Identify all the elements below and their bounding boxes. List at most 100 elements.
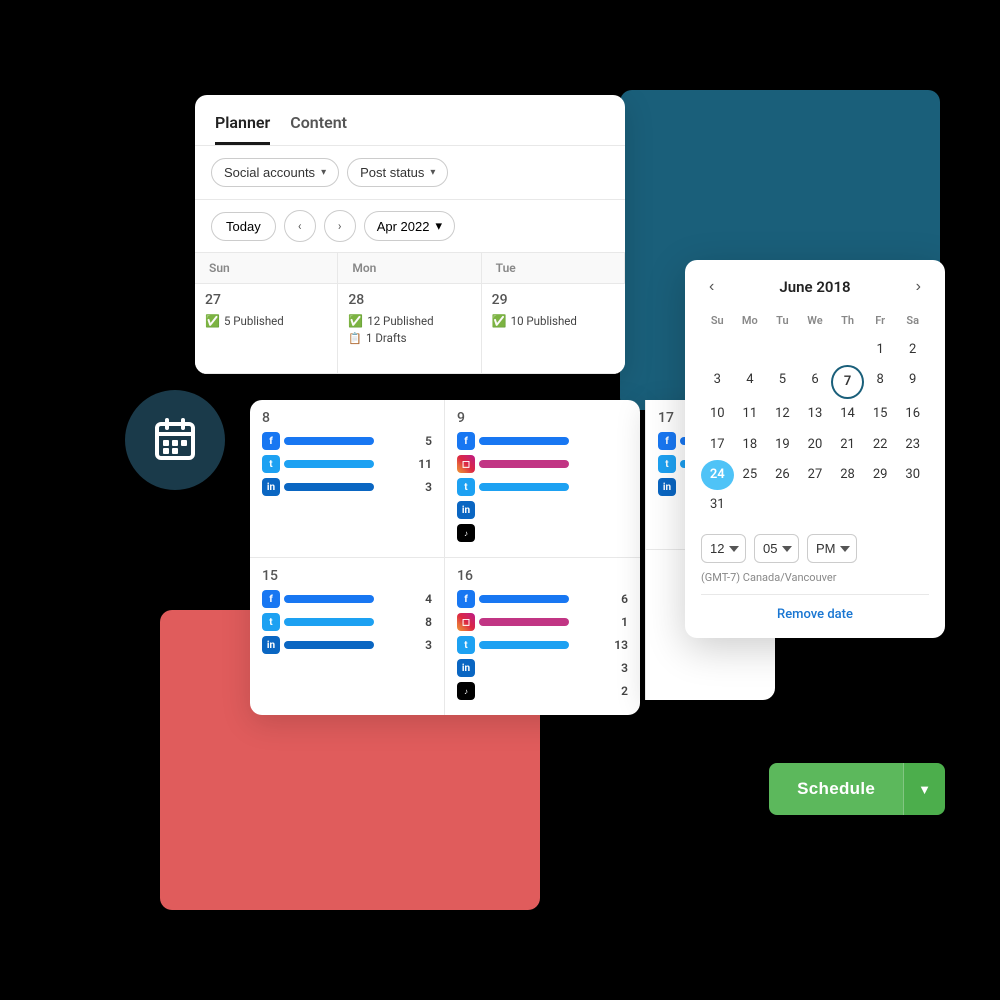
- dp-day-29[interactable]: 29: [864, 460, 897, 490]
- dp-day-8[interactable]: 8: [864, 365, 897, 399]
- fb-bar-9: [479, 437, 569, 445]
- li-count-15: 3: [414, 638, 432, 652]
- dp-day-21[interactable]: 21: [831, 430, 864, 460]
- cal-day-27: 27 ✅ 5 Published: [195, 284, 338, 374]
- fb-count-8: 5: [414, 434, 432, 448]
- dp-next-button[interactable]: ›: [908, 276, 929, 298]
- dp-day-24-selected[interactable]: 24: [701, 460, 734, 490]
- li-row-15: in 3: [262, 636, 432, 654]
- facebook-icon: f: [262, 432, 280, 450]
- schedule-main-button[interactable]: Schedule: [769, 763, 903, 815]
- dp-day-23[interactable]: 23: [896, 430, 929, 460]
- tw-count-15: 8: [414, 615, 432, 629]
- dp-day-28[interactable]: 28: [831, 460, 864, 490]
- check-icon: ✅: [205, 314, 220, 328]
- minute-select[interactable]: 05: [754, 534, 799, 563]
- tk-count-16: 2: [610, 684, 628, 698]
- date-15: 15: [262, 568, 432, 584]
- dp-day-25[interactable]: 25: [734, 460, 767, 490]
- dp-day-3[interactable]: 3: [701, 365, 734, 399]
- dp-day-14[interactable]: 14: [831, 399, 864, 429]
- date-16: 16: [457, 568, 628, 584]
- chevron-down-icon: ▾: [321, 167, 326, 178]
- dp-day-empty: [799, 335, 832, 365]
- dp-day-16[interactable]: 16: [896, 399, 929, 429]
- planner-tabs: Planner Content: [215, 113, 605, 145]
- schedule-dropdown-button[interactable]: ▼: [903, 763, 945, 815]
- dp-day-31[interactable]: 31: [701, 490, 734, 520]
- fb-row-8: f 5: [262, 432, 432, 450]
- published-item-29: ✅ 10 Published: [492, 314, 615, 328]
- published-count-28: 12 Published: [367, 314, 433, 328]
- tw-count-16: 13: [610, 638, 628, 652]
- linkedin-icon: in: [457, 659, 475, 677]
- dp-day-9[interactable]: 9: [896, 365, 929, 399]
- dp-day-22[interactable]: 22: [864, 430, 897, 460]
- post-status-filter[interactable]: Post status ▾: [347, 158, 448, 187]
- fb-row-9: f: [457, 432, 628, 450]
- remove-date-link[interactable]: Remove date: [701, 607, 929, 622]
- date-29: 29: [492, 292, 615, 308]
- hour-select[interactable]: 12: [701, 534, 746, 563]
- facebook-icon: f: [658, 432, 676, 450]
- social-accounts-filter[interactable]: Social accounts ▾: [211, 158, 339, 187]
- dp-header: ‹ June 2018 ›: [701, 276, 929, 298]
- fb-count-16: 6: [610, 592, 628, 606]
- dp-day-5[interactable]: 5: [766, 365, 799, 399]
- tw-row-9: t: [457, 478, 628, 496]
- period-select[interactable]: PM AM: [807, 534, 857, 563]
- dp-day-13[interactable]: 13: [799, 399, 832, 429]
- tw-count-8: 11: [414, 457, 432, 471]
- drafts-count-28: 1 Drafts: [366, 331, 407, 345]
- tw-bar-15: [284, 618, 374, 626]
- tab-planner[interactable]: Planner: [215, 113, 270, 145]
- dp-day-30[interactable]: 30: [896, 460, 929, 490]
- dp-day-2[interactable]: 2: [896, 335, 929, 365]
- month-selector[interactable]: Apr 2022 ▾: [364, 211, 455, 241]
- dp-day-15[interactable]: 15: [864, 399, 897, 429]
- chevron-down-icon: ▾: [435, 218, 442, 234]
- dp-day-17[interactable]: 17: [701, 430, 734, 460]
- instagram-icon: ◻: [457, 613, 475, 631]
- header-sun: Sun: [195, 253, 338, 284]
- chevron-down-icon: ▾: [430, 167, 435, 178]
- dp-day-19[interactable]: 19: [766, 430, 799, 460]
- published-count-29: 10 Published: [511, 314, 577, 328]
- dp-day-6[interactable]: 6: [799, 365, 832, 399]
- tw-row-8: t 11: [262, 455, 432, 473]
- dp-day-26[interactable]: 26: [766, 460, 799, 490]
- ig-bar-9: [479, 460, 569, 468]
- dp-day-11[interactable]: 11: [734, 399, 767, 429]
- weekday-sa: Sa: [896, 310, 929, 331]
- dp-day-18[interactable]: 18: [734, 430, 767, 460]
- linkedin-icon: in: [262, 636, 280, 654]
- date-27: 27: [205, 292, 327, 308]
- dp-day-empty: [701, 335, 734, 365]
- dp-day-7-today[interactable]: 7: [831, 365, 864, 399]
- li-count-8: 3: [414, 480, 432, 494]
- dp-day-12[interactable]: 12: [766, 399, 799, 429]
- dp-day-4[interactable]: 4: [734, 365, 767, 399]
- dp-day-20[interactable]: 20: [799, 430, 832, 460]
- dp-day-27[interactable]: 27: [799, 460, 832, 490]
- next-arrow-button[interactable]: ›: [324, 210, 356, 242]
- twitter-icon: t: [658, 455, 676, 473]
- dp-time-selector: 12 05 PM AM: [701, 534, 929, 563]
- tab-content[interactable]: Content: [290, 113, 347, 145]
- dp-prev-button[interactable]: ‹: [701, 276, 722, 298]
- dp-day-empty: [766, 335, 799, 365]
- prev-arrow-button[interactable]: ‹: [284, 210, 316, 242]
- dp-day-10[interactable]: 10: [701, 399, 734, 429]
- facebook-icon: f: [457, 432, 475, 450]
- weekday-tu: Tu: [766, 310, 799, 331]
- calendar-day-headers: Sun Mon Tue: [195, 253, 625, 284]
- twitter-icon: t: [457, 478, 475, 496]
- today-button[interactable]: Today: [211, 212, 276, 241]
- ig-count-16: 1: [610, 615, 628, 629]
- facebook-icon: f: [262, 590, 280, 608]
- post-status-label: Post status: [360, 165, 424, 180]
- tw-row-16: t 13: [457, 636, 628, 654]
- weekday-we: We: [799, 310, 832, 331]
- calendar-icon-circle: [125, 390, 225, 490]
- dp-day-1[interactable]: 1: [864, 335, 897, 365]
